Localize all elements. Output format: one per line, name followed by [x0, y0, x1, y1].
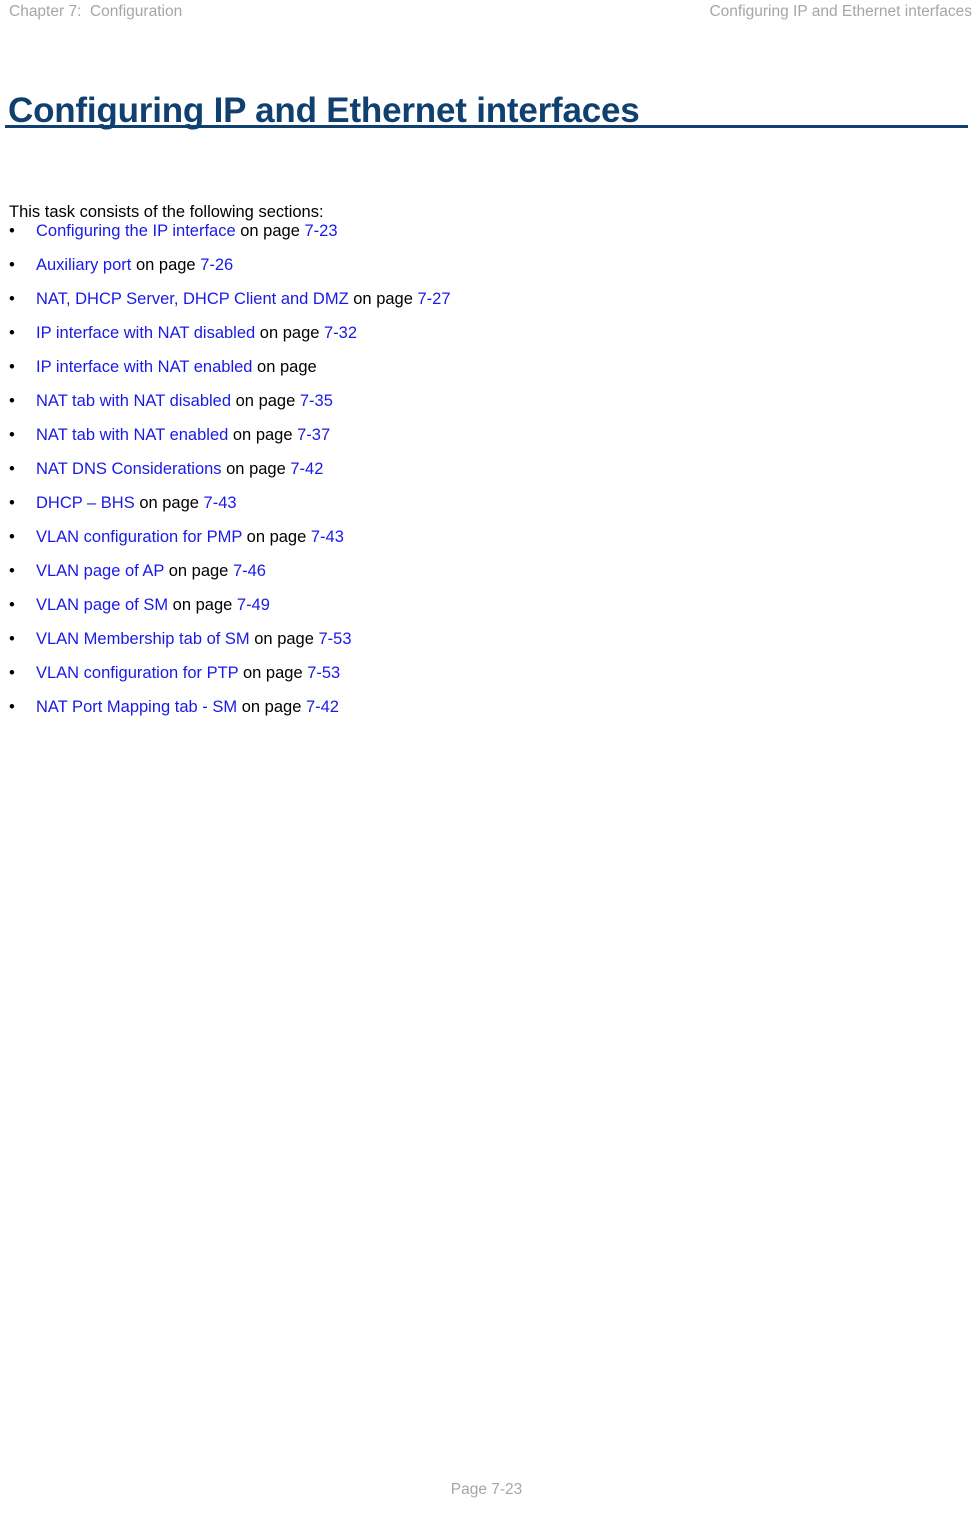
bullet-icon: • [9, 664, 15, 682]
on-page-text: on page [168, 596, 237, 614]
section-link[interactable]: NAT, DHCP Server, DHCP Client and DMZ [36, 290, 349, 308]
bullet-icon: • [9, 222, 15, 240]
section-link[interactable]: IP interface with NAT enabled [36, 358, 252, 376]
on-page-text: on page [237, 698, 306, 716]
section-link[interactable]: VLAN Membership tab of SM [36, 630, 250, 648]
page-reference[interactable]: 7-43 [311, 528, 344, 546]
section-link-list: • Configuring the IP interface on page 7-… [0, 218, 973, 728]
on-page-text: on page [131, 256, 201, 274]
section-link[interactable]: IP interface with NAT disabled [36, 324, 255, 342]
bullet-icon: • [9, 630, 15, 648]
bullet-icon: • [9, 426, 15, 444]
bullet-icon: • [9, 290, 15, 308]
section-link[interactable]: DHCP – BHS [36, 494, 135, 512]
page-reference[interactable]: 7-23 [304, 222, 337, 240]
page-reference[interactable]: 7-53 [307, 664, 340, 682]
list-item[interactable]: • IP interface with NAT enabled on page [0, 354, 973, 388]
bullet-icon: • [9, 324, 15, 342]
running-head: Chapter 7: Configuration Configuring IP … [0, 0, 973, 26]
section-link[interactable]: Configuring the IP interface [36, 222, 236, 240]
list-item[interactable]: • VLAN Membership tab of SM on page 7-53 [0, 626, 973, 660]
list-item[interactable]: • Configuring the IP interface on page 7-… [0, 218, 973, 252]
list-item[interactable]: • VLAN page of SM on page 7-49 [0, 592, 973, 626]
page-reference[interactable]: 7-32 [324, 324, 357, 342]
bullet-icon: • [9, 460, 15, 478]
section-link[interactable]: NAT DNS Considerations [36, 460, 222, 478]
bullet-icon: • [9, 562, 15, 580]
list-item[interactable]: • VLAN page of AP on page 7-46 [0, 558, 973, 592]
list-item[interactable]: • VLAN configuration for PMP on page 7-43 [0, 524, 973, 558]
section-link[interactable]: NAT tab with NAT disabled [36, 392, 231, 410]
page-number-label: Page 7-23 [450, 1481, 523, 1498]
page-reference[interactable]: 7-26 [200, 256, 233, 274]
title-divider [5, 125, 968, 128]
page-reference[interactable]: 7-27 [417, 290, 450, 308]
bullet-icon: • [9, 256, 15, 274]
list-item[interactable]: • IP interface with NAT disabled on page … [0, 320, 973, 354]
on-page-text: on page [164, 562, 233, 580]
page-reference[interactable]: 7-49 [237, 596, 270, 614]
page-reference[interactable]: 7-37 [297, 426, 330, 444]
section-link[interactable]: VLAN page of SM [36, 596, 168, 614]
section-link[interactable]: VLAN configuration for PTP [36, 664, 238, 682]
bullet-icon: • [9, 698, 15, 716]
list-item[interactable]: • NAT Port Mapping tab - SM on page 7-42 [0, 694, 973, 728]
page-footer: Page 7-23 [0, 1480, 973, 1500]
section-link[interactable]: VLAN page of AP [36, 562, 164, 580]
on-page-text: on page [235, 222, 305, 240]
on-page-text: on page [228, 426, 298, 444]
on-page-text: on page [238, 664, 308, 682]
bullet-icon: • [9, 358, 15, 376]
bullet-icon: • [9, 392, 15, 410]
on-page-text: on page [242, 528, 311, 546]
section-link[interactable]: NAT tab with NAT enabled [36, 426, 228, 444]
on-page-text: on page [134, 494, 204, 512]
page-reference[interactable]: 7-46 [233, 562, 266, 580]
page-reference[interactable]: 7-53 [318, 630, 351, 648]
running-head-section: Configuring IP and Ethernet interfaces [709, 3, 972, 20]
list-item[interactable]: • NAT DNS Considerations on page 7-42 [0, 456, 973, 490]
section-link[interactable]: VLAN configuration for PMP [36, 528, 242, 546]
bullet-icon: • [9, 494, 15, 512]
page-reference[interactable]: 7-42 [290, 460, 323, 478]
list-item[interactable]: • VLAN configuration for PTP on page 7-53 [0, 660, 973, 694]
page-reference[interactable]: 7-35 [300, 392, 333, 410]
on-page-text: on page [249, 630, 319, 648]
page-reference[interactable]: 7-43 [204, 494, 237, 512]
list-item[interactable]: • NAT tab with NAT enabled on page 7-37 [0, 422, 973, 456]
on-page-text: on page [348, 290, 418, 308]
list-item[interactable]: • NAT tab with NAT disabled on page 7-35 [0, 388, 973, 422]
on-page-text: on page [231, 392, 300, 410]
bullet-icon: • [9, 528, 15, 546]
list-item[interactable]: • Auxiliary port on page 7-26 [0, 252, 973, 286]
list-item[interactable]: • NAT, DHCP Server, DHCP Client and DMZ o… [0, 286, 973, 320]
section-link[interactable]: NAT Port Mapping tab - SM [36, 698, 237, 716]
on-page-text: on page [221, 460, 291, 478]
on-page-text: on page [255, 324, 325, 342]
on-page-text: on page [252, 358, 317, 376]
page-reference[interactable]: 7-42 [306, 698, 339, 716]
running-head-chapter: Chapter 7: Configuration [9, 3, 183, 20]
bullet-icon: • [9, 596, 15, 614]
list-item[interactable]: • DHCP – BHS on page 7-43 [0, 490, 973, 524]
section-link[interactable]: Auxiliary port [36, 256, 131, 274]
